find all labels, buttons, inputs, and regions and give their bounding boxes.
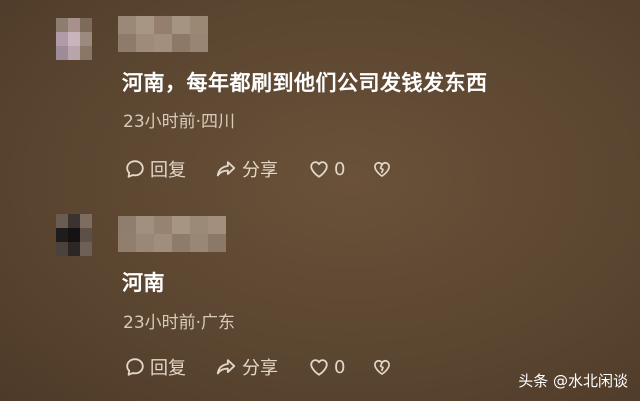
like-button[interactable]: 0 — [308, 354, 345, 380]
comment-bubble-icon — [124, 158, 146, 180]
like-count: 0 — [334, 356, 346, 378]
broken-heart-icon — [372, 159, 392, 179]
dislike-button[interactable] — [372, 156, 392, 182]
share-arrow-icon — [214, 158, 238, 180]
comment-location: 四川 — [201, 112, 236, 132]
username-blurred[interactable] — [118, 216, 234, 252]
comment-time: 23小时前 — [123, 112, 196, 132]
broken-heart-icon — [372, 357, 392, 377]
reply-label: 回复 — [150, 358, 186, 379]
comment-location: 广东 — [201, 313, 236, 333]
share-arrow-icon — [214, 356, 238, 378]
comment-meta: 23小时前·广东 — [123, 308, 235, 333]
comment-text: 河南 — [122, 271, 165, 295]
comment-meta: 23小时前·四川 — [123, 107, 235, 132]
share-button[interactable]: 分享 — [214, 354, 278, 380]
reply-button[interactable]: 回复 — [124, 354, 186, 380]
comment-time: 23小时前 — [123, 313, 196, 333]
avatar[interactable] — [56, 214, 114, 256]
share-button[interactable]: 分享 — [214, 156, 278, 182]
like-button[interactable]: 0 — [308, 156, 345, 182]
heart-icon — [308, 158, 330, 180]
comment-item: 河南，每年都刷到他们公司发钱发东西 23小时前·四川 回复 分享 0 — [0, 0, 640, 196]
source-watermark: 头条 @水北闲谈 — [518, 372, 628, 390]
share-label: 分享 — [242, 358, 278, 379]
reply-button[interactable]: 回复 — [124, 156, 186, 182]
comment-text: 河南，每年都刷到他们公司发钱发东西 — [122, 71, 488, 95]
share-label: 分享 — [242, 160, 278, 181]
comment-bubble-icon — [124, 356, 146, 378]
like-count: 0 — [334, 158, 346, 180]
avatar[interactable] — [56, 18, 114, 60]
username-blurred[interactable] — [118, 16, 216, 52]
dislike-button[interactable] — [372, 354, 392, 380]
heart-icon — [308, 356, 330, 378]
reply-label: 回复 — [150, 160, 186, 181]
